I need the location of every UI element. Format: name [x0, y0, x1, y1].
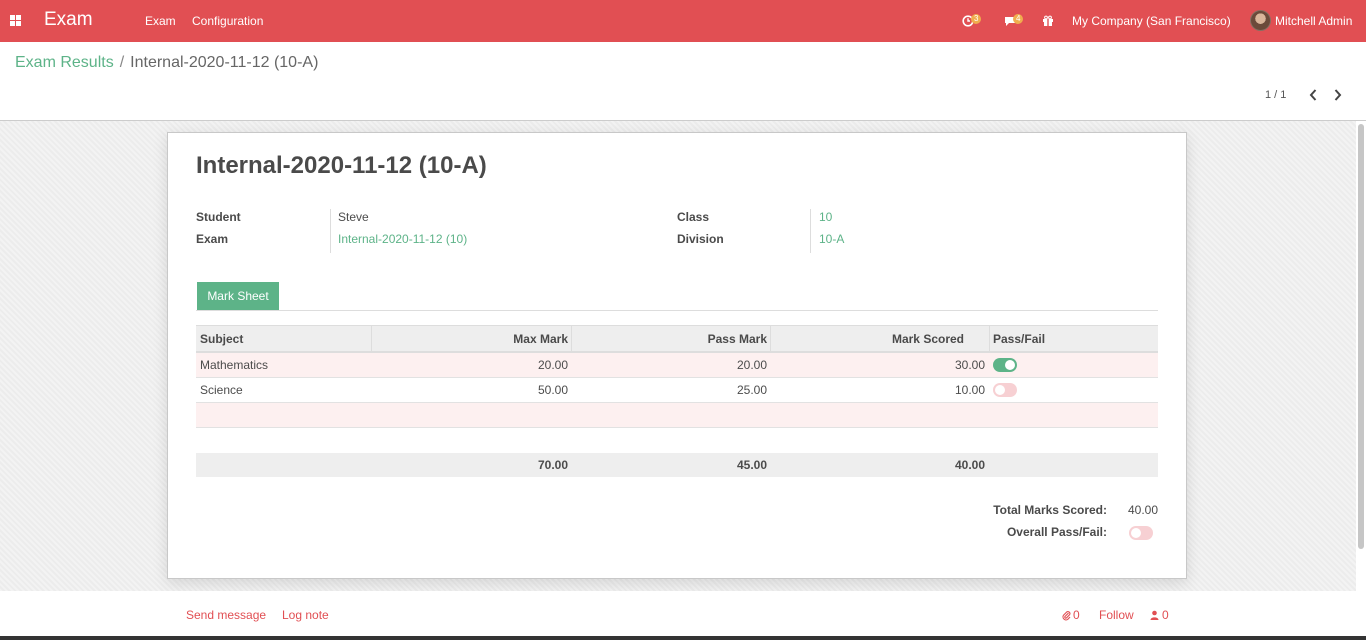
- record-title: Internal-2020-11-12 (10-A): [196, 152, 487, 179]
- chevron-right-icon: [1334, 89, 1342, 101]
- table-row[interactable]: Mathematics 20.00 20.00 30.00: [196, 353, 1158, 378]
- exam-label: Exam: [196, 232, 229, 246]
- tab-mark-sheet[interactable]: Mark Sheet: [197, 282, 279, 310]
- cell-mark-scored: 10.00: [954, 383, 985, 397]
- cell-max-mark: 20.00: [537, 358, 568, 372]
- pager-value[interactable]: 1 / 1: [1265, 89, 1286, 101]
- column-header-pass-fail[interactable]: Pass/Fail: [989, 326, 1158, 352]
- class-label: Class: [677, 210, 710, 224]
- company-switcher[interactable]: My Company (San Francisco): [1072, 14, 1231, 28]
- cell-pass-fail: [989, 378, 1158, 402]
- division-link[interactable]: 10-A: [819, 232, 844, 246]
- user-menu[interactable]: Mitchell Admin: [1275, 14, 1352, 28]
- total-marks-scored-value: 40.00: [1127, 503, 1158, 517]
- control-panel: Exam Results / Internal-2020-11-12 (10-A) …: [0, 42, 1366, 121]
- cell-subject: Science: [200, 383, 243, 397]
- app-brand[interactable]: Exam: [44, 9, 93, 31]
- messages-button[interactable]: 4: [1004, 12, 1024, 30]
- messages-badge: 4: [1013, 14, 1024, 24]
- overall-pass-fail-toggle[interactable]: [1129, 526, 1153, 540]
- column-header-subject[interactable]: Subject: [196, 326, 372, 352]
- field-separator: [330, 209, 331, 253]
- activity-button[interactable]: 3: [962, 12, 982, 30]
- class-link[interactable]: 10: [819, 210, 832, 224]
- activity-badge: 3: [971, 14, 982, 24]
- user-avatar[interactable]: [1250, 10, 1271, 31]
- overall-pass-fail-field: [1129, 526, 1153, 543]
- field-separator: [810, 209, 811, 253]
- pager-next-button[interactable]: [1330, 86, 1346, 104]
- user-icon: [1150, 610, 1159, 620]
- mark-sheet-table: Subject Max Mark Pass Mark Mark Scored P…: [196, 325, 1158, 477]
- cell-mark-scored: 30.00: [954, 358, 985, 372]
- column-header-max-mark[interactable]: Max Mark: [372, 326, 572, 352]
- total-marks-scored-label: Total Marks Scored:: [993, 503, 1107, 517]
- cell-max-mark: 50.00: [537, 383, 568, 397]
- table-empty-row[interactable]: [196, 403, 1158, 428]
- chatter-bar: Send message Log note 0 Follow 0: [0, 591, 1366, 636]
- log-note-button[interactable]: Log note: [282, 608, 329, 622]
- table-footer-totals: 70.00 45.00 40.00: [196, 453, 1158, 477]
- total-mark-scored: 40.00: [954, 458, 985, 472]
- cell-subject: Mathematics: [200, 358, 269, 372]
- gift-icon: [1043, 15, 1053, 26]
- column-header-pass-mark[interactable]: Pass Mark: [572, 326, 771, 352]
- pass-fail-toggle[interactable]: [993, 383, 1017, 397]
- cell-pass-fail: [989, 353, 1158, 377]
- gift-button[interactable]: [1042, 12, 1054, 30]
- attachments-count: 0: [1073, 608, 1080, 622]
- breadcrumb-current: Internal-2020-11-12 (10-A): [130, 54, 319, 71]
- overall-pass-fail-label: Overall Pass/Fail:: [1006, 525, 1107, 539]
- followers-count: 0: [1162, 608, 1169, 622]
- follow-button[interactable]: Follow: [1099, 608, 1134, 622]
- column-header-mark-scored[interactable]: Mark Scored: [771, 326, 980, 352]
- menu-exam[interactable]: Exam: [145, 14, 176, 28]
- pass-fail-toggle[interactable]: [993, 358, 1017, 372]
- form-sheet: Internal-2020-11-12 (10-A) Student Steve…: [167, 132, 1187, 579]
- top-navbar: Exam Exam Configuration 3 4 My Company (…: [0, 0, 1366, 42]
- vertical-scrollbar[interactable]: [1358, 124, 1364, 549]
- total-pass-mark: 45.00: [736, 458, 767, 472]
- followers-button[interactable]: 0: [1150, 608, 1169, 622]
- student-value: Steve: [338, 210, 369, 224]
- send-message-button[interactable]: Send message: [186, 608, 266, 622]
- attachments-button[interactable]: 0: [1062, 608, 1080, 622]
- table-header: Subject Max Mark Pass Mark Mark Scored P…: [196, 325, 1158, 353]
- tab-bar: [196, 310, 1158, 311]
- total-max-mark: 70.00: [537, 458, 568, 472]
- table-row[interactable]: Science 50.00 25.00 10.00: [196, 378, 1158, 403]
- breadcrumb-parent[interactable]: Exam Results: [15, 54, 114, 71]
- bottom-edge: [0, 636, 1366, 640]
- exam-link[interactable]: Internal-2020-11-12 (10): [338, 232, 467, 246]
- breadcrumb-separator: /: [119, 54, 125, 71]
- division-label: Division: [677, 232, 724, 246]
- cell-pass-mark: 20.00: [736, 358, 767, 372]
- pager-previous-button[interactable]: [1305, 86, 1321, 104]
- student-label: Student: [196, 210, 241, 224]
- breadcrumb: Exam Results / Internal-2020-11-12 (10-A): [15, 54, 318, 72]
- paperclip-icon: [1062, 610, 1071, 620]
- apps-menu-icon[interactable]: [10, 15, 21, 26]
- menu-configuration[interactable]: Configuration: [192, 14, 263, 28]
- chevron-left-icon: [1309, 89, 1317, 101]
- cell-pass-mark: 25.00: [736, 383, 767, 397]
